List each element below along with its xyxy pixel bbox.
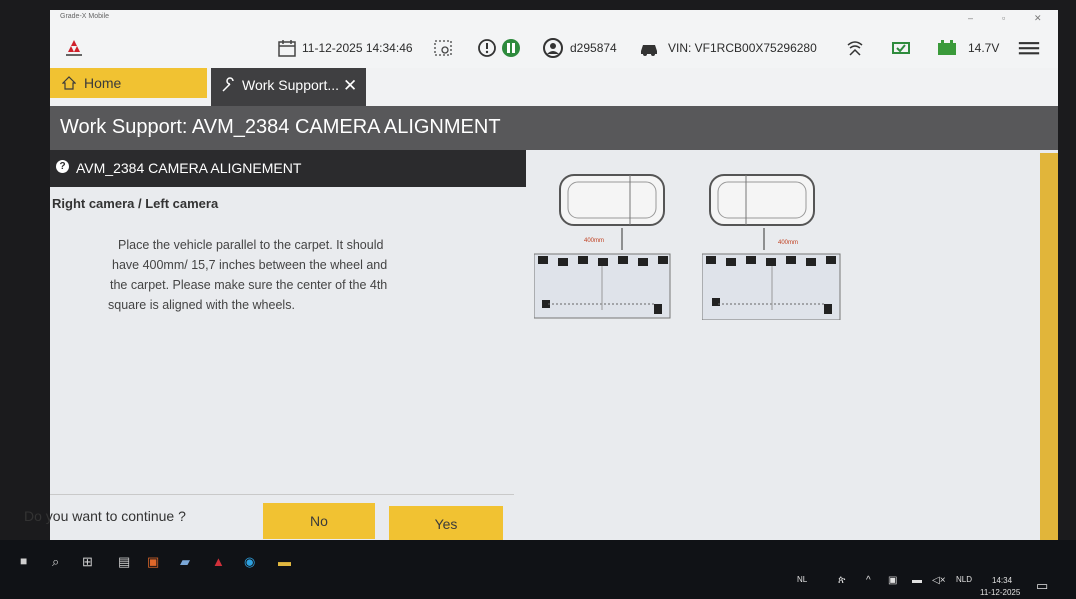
help-icon[interactable]: ? — [56, 160, 69, 173]
maximize-button[interactable]: ▫ — [1002, 13, 1005, 23]
close-window-button[interactable]: ✕ — [1034, 13, 1042, 24]
os-taskbar: ■ ⌕ ⊞ ▤ ▣ ▰ ▲ ◉ ▬ NL ጵ ^ ▣ ▬ ◁× NLD 14:3… — [0, 540, 1076, 599]
pause-icon[interactable] — [500, 37, 522, 59]
instruction-line: the carpet. Please make sure the center … — [110, 278, 388, 292]
footer-divider — [50, 494, 514, 495]
title-bar: Grade-X Mobile – ▫ ✕ — [50, 10, 1058, 28]
people-icon[interactable]: ጵ — [838, 575, 845, 586]
office-icon[interactable]: ▣ — [147, 554, 159, 570]
user-id: d295874 — [570, 41, 617, 55]
tab-home[interactable]: Home — [50, 68, 207, 98]
instruction-line: have 400mm/ 15,7 inches between the whee… — [112, 258, 388, 272]
alignment-diagram-right: 400mm — [534, 174, 671, 319]
car-icon — [641, 45, 657, 56]
minimize-button[interactable]: – — [968, 13, 973, 23]
app-icon[interactable]: ▤ — [118, 554, 130, 570]
vin-text: VIN: VF1RCB00X75296280 — [668, 41, 817, 55]
battery-icon — [938, 40, 956, 55]
wifi-signal-icon[interactable] — [844, 37, 866, 59]
chevron-up-icon[interactable]: ^ — [866, 575, 871, 586]
network-icon[interactable]: ▬ — [912, 575, 922, 586]
keyboard-lang-short[interactable]: NL — [797, 575, 807, 584]
close-tab-icon[interactable]: ✕ — [343, 76, 357, 96]
distance-label: 400mm — [584, 238, 604, 244]
notifications-icon[interactable]: ▭ — [1036, 578, 1048, 594]
instruction-line: Place the vehicle parallel to the carpet… — [118, 238, 384, 252]
alignment-diagram-left: 400mm — [702, 174, 841, 320]
clock-date[interactable]: 11-12-2025 — [980, 588, 1020, 597]
tab-home-label: Home — [84, 75, 122, 91]
task-view-icon[interactable]: ⊞ — [82, 554, 93, 570]
toolbar: 11-12-2025 14:34:46 d295874 VIN: VF1RCB0 — [50, 28, 1058, 68]
brand-logo-icon — [66, 40, 82, 56]
page-header: Work Support: AVM_2384 CAMERA ALIGNMENT — [50, 106, 1058, 150]
menu-icon[interactable] — [1018, 37, 1040, 59]
no-button[interactable]: No — [263, 503, 375, 539]
wrench-icon — [222, 77, 234, 92]
tab-bar: Home Work Support... ✕ — [50, 68, 1058, 106]
page-title: Work Support: AVM_2384 CAMERA ALIGNMENT — [60, 116, 501, 138]
distance-label: 400mm — [778, 240, 798, 246]
clock-time[interactable]: 14:34 — [992, 576, 1012, 585]
datetime-text: 11-12-2025 14:34:46 — [302, 41, 413, 55]
home-icon — [62, 76, 76, 90]
search-icon[interactable]: ⌕ — [52, 554, 59, 570]
app-title: Grade-X Mobile — [60, 13, 110, 20]
file-explorer-icon[interactable]: ▰ — [180, 554, 190, 570]
section-header-title: AVM_2384 CAMERA ALIGNEMENT — [76, 160, 302, 176]
grade-x-app-icon[interactable]: ▬ — [278, 554, 291, 569]
instruction-text: Place the vehicle parallel to the carpet… — [108, 235, 442, 315]
start-icon[interactable]: ■ — [20, 554, 27, 568]
edge-icon[interactable]: ◉ — [244, 554, 255, 570]
keyboard-lang[interactable]: NLD — [956, 575, 972, 584]
volume-muted-icon[interactable]: ◁× — [932, 575, 946, 586]
app-window: Grade-X Mobile – ▫ ✕ 11-12-2025 14:34:46 — [50, 10, 1058, 558]
calendar-icon[interactable] — [276, 37, 298, 59]
section-header: ? AVM_2384 CAMERA ALIGNEMENT — [50, 150, 526, 187]
alert-icon[interactable] — [476, 37, 498, 59]
pdf-icon[interactable]: ▲ — [212, 554, 225, 569]
user-icon[interactable] — [542, 37, 564, 59]
voltage-text: 14.7V — [968, 41, 1000, 55]
tab-work-support-label: Work Support... — [242, 77, 340, 93]
right-accent-bar — [1040, 153, 1058, 558]
tray-app-icon[interactable]: ▣ — [888, 575, 897, 586]
camera-title: Right camera / Left camera — [52, 196, 219, 211]
continue-question: Do you want to continue ? — [24, 508, 186, 524]
screenshot-icon[interactable] — [432, 37, 454, 59]
yes-button[interactable]: Yes — [389, 506, 503, 542]
instruction-line: square is aligned with the wheels. — [108, 298, 295, 312]
tab-work-support[interactable]: Work Support... ✕ — [211, 68, 366, 106]
vci-connection-icon[interactable] — [890, 37, 912, 59]
